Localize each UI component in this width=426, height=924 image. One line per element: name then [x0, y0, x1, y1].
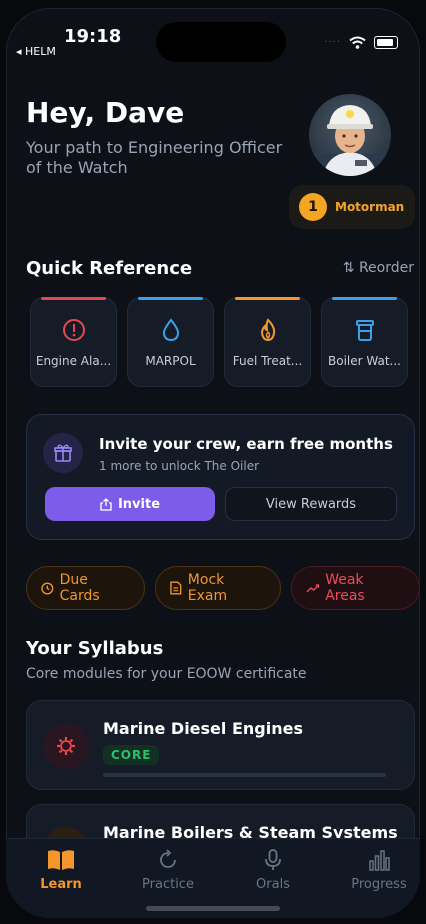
rank-badge[interactable]: 1 Motorman [289, 185, 415, 229]
bar-chart-icon [369, 850, 390, 871]
due-cards-label: Due Cards [59, 572, 100, 604]
invite-button-label: Invite [117, 496, 161, 512]
syllabus-subtitle: Core modules for your EOOW certificate [26, 666, 307, 682]
tab-practice-label: Practice [142, 877, 194, 892]
tab-progress-label: Progress [351, 877, 407, 892]
action-chips: Due Cards Mock Exam Weak Areas [26, 566, 420, 610]
rank-number: 1 [299, 193, 327, 221]
reorder-button[interactable]: ⇅ Reorder [343, 260, 414, 276]
signal-dots-icon: ···· [324, 37, 341, 48]
microphone-icon [265, 849, 281, 870]
status-time: 19:18 [64, 26, 122, 47]
tab-learn[interactable]: Learn [16, 849, 106, 892]
mock-exam-button[interactable]: Mock Exam [155, 566, 281, 610]
status-bar: 19:18 ◂ HELM ···· [6, 8, 420, 68]
beaker-icon [355, 320, 374, 341]
card-accent-bar [41, 297, 106, 300]
quick-ref-label: Boiler Wat... [328, 354, 401, 368]
card-accent-bar [235, 297, 300, 300]
weak-areas-button[interactable]: Weak Areas [290, 566, 420, 610]
share-icon [100, 497, 112, 511]
dynamic-island [156, 22, 286, 62]
tab-learn-label: Learn [40, 877, 82, 892]
battery-icon [374, 36, 398, 49]
card-accent-bar [138, 297, 203, 300]
trend-icon [306, 584, 319, 593]
tab-orals[interactable]: Orals [228, 849, 318, 892]
quick-ref-card-engine-alarms[interactable]: Engine Ala... [30, 297, 117, 387]
document-icon [170, 581, 182, 595]
greeting-subtitle: Your path to Engineering Officer of the … [26, 138, 283, 177]
syllabus-title: Your Syllabus [26, 638, 164, 659]
quick-ref-label: Fuel Treat... [232, 354, 303, 368]
view-rewards-button[interactable]: View Rewards [225, 487, 397, 521]
status-icons: ···· [324, 36, 398, 49]
clock-icon [41, 581, 54, 595]
tab-bar: Learn Practice Orals Progress [6, 838, 420, 918]
home-indicator [146, 906, 280, 911]
alert-icon [62, 319, 85, 341]
back-to-app-link[interactable]: ◂ HELM [16, 45, 56, 58]
book-icon [48, 850, 74, 870]
engineer-avatar-icon [309, 105, 391, 176]
weak-areas-label: Weak Areas [325, 572, 365, 604]
module-progress-bar [103, 773, 386, 777]
greeting-title: Hey, Dave [26, 96, 185, 129]
quick-ref-label: Engine Ala... [35, 354, 112, 368]
gift-icon [43, 433, 83, 473]
invite-button[interactable]: Invite [45, 487, 215, 521]
module-title: Marine Diesel Engines [103, 719, 303, 738]
refresh-icon [160, 849, 176, 868]
water-drop-icon [162, 318, 179, 342]
avatar[interactable] [309, 94, 391, 176]
invite-title: Invite your crew, earn free months [99, 435, 393, 453]
engine-gear-icon [43, 723, 89, 769]
rank-label: Motorman [335, 200, 405, 214]
quick-reference-row: Engine Ala... MARPOL Fuel Treat... Boile… [30, 297, 408, 387]
card-accent-bar [332, 297, 397, 300]
tab-practice[interactable]: Practice [123, 849, 213, 892]
wifi-icon [349, 36, 366, 49]
invite-card: Invite your crew, earn free months 1 mor… [26, 414, 415, 540]
quick-reference-title: Quick Reference [26, 258, 193, 279]
quick-ref-card-marpol[interactable]: MARPOL [127, 297, 214, 387]
quick-ref-card-boiler-water[interactable]: Boiler Wat... [321, 297, 408, 387]
mock-exam-label: Mock Exam [187, 572, 228, 604]
due-cards-button[interactable]: Due Cards [26, 566, 146, 610]
phone-screen: 19:18 ◂ HELM ···· Hey, Dave Your path to… [6, 8, 420, 918]
invite-subtitle: 1 more to unlock The Oiler [99, 459, 260, 473]
quick-ref-card-fuel-treatment[interactable]: Fuel Treat... [224, 297, 311, 387]
core-badge: CORE [103, 745, 160, 765]
flame-icon [260, 318, 275, 342]
tab-progress[interactable]: Progress [334, 849, 420, 892]
tab-orals-label: Orals [256, 877, 290, 892]
module-card-marine-diesel[interactable]: Marine Diesel Engines CORE [26, 700, 415, 790]
quick-ref-label: MARPOL [145, 354, 196, 368]
